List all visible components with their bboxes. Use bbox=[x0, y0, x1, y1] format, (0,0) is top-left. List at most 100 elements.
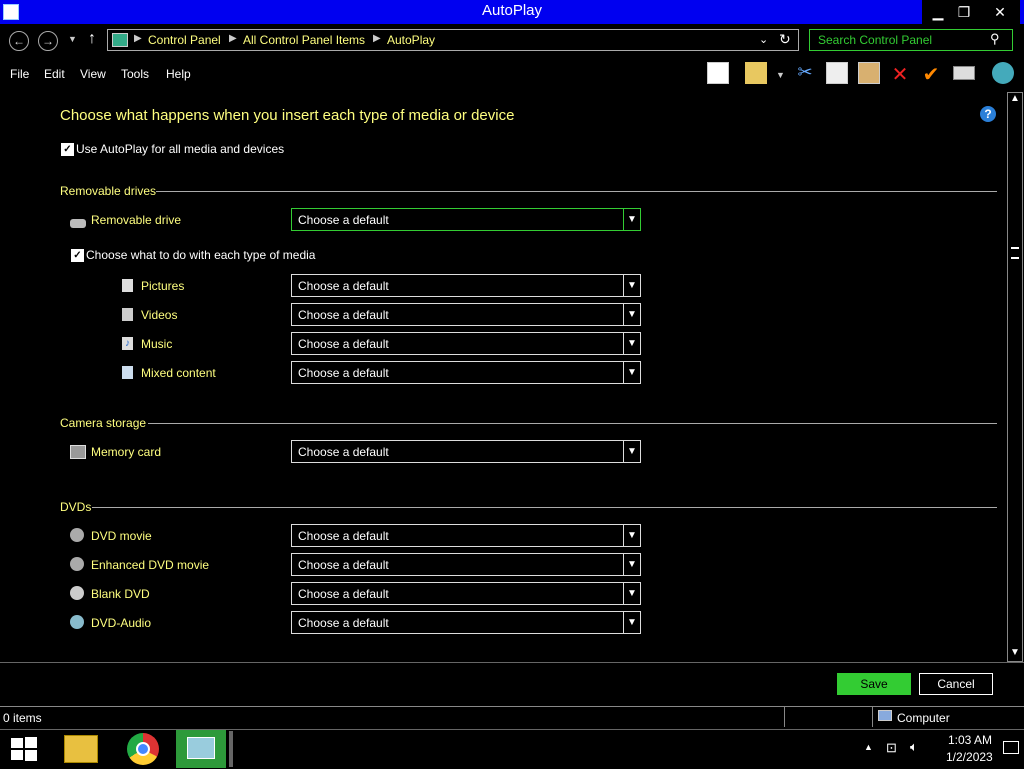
mixed-content-select[interactable]: Choose a default ▼ bbox=[291, 361, 641, 384]
copy-icon[interactable] bbox=[826, 62, 848, 84]
chevron-down-icon[interactable]: ▼ bbox=[623, 554, 640, 575]
properties-icon[interactable] bbox=[745, 62, 767, 84]
windows-start-icon[interactable] bbox=[11, 737, 37, 761]
chevron-down-icon[interactable]: ▼ bbox=[623, 583, 640, 604]
menu-help[interactable]: Help bbox=[166, 67, 191, 81]
cancel-button[interactable]: Cancel bbox=[919, 673, 993, 695]
music-icon: ♪ bbox=[122, 337, 133, 350]
volume-icon[interactable]: 🔈︎ bbox=[910, 739, 918, 755]
show-hidden-icons-icon[interactable]: ▲ bbox=[864, 742, 873, 752]
chevron-down-icon[interactable]: ▼ bbox=[623, 612, 640, 633]
chevron-down-icon[interactable]: ▼ bbox=[623, 333, 640, 354]
media-type-label: Pictures bbox=[141, 279, 185, 293]
music-select[interactable]: Choose a default ▼ bbox=[291, 332, 641, 355]
section-divider bbox=[148, 423, 997, 424]
network-icon[interactable]: ⊡ bbox=[886, 740, 897, 756]
enhanced-dvd-movie-icon bbox=[70, 557, 84, 571]
chevron-down-icon[interactable]: ▼ bbox=[623, 275, 640, 296]
music-select-value: Choose a default bbox=[298, 337, 389, 351]
section-dvds: DVDs bbox=[60, 500, 92, 514]
chevron-down-icon[interactable]: ▼ bbox=[623, 441, 640, 462]
dvd-audio-select-value: Choose a default bbox=[298, 616, 389, 630]
menu-file[interactable]: File bbox=[10, 67, 29, 81]
removable-drive-select[interactable]: Choose a default ▼ bbox=[291, 208, 641, 231]
save-button[interactable]: Save bbox=[837, 673, 911, 695]
memory-card-label: Memory card bbox=[91, 445, 162, 459]
layout-icon[interactable] bbox=[707, 62, 729, 84]
scroll-up-icon[interactable]: ▲ bbox=[1008, 93, 1022, 107]
dvd-audio-select[interactable]: Choose a default ▼ bbox=[291, 611, 641, 634]
dvd-item-label: Blank DVD bbox=[91, 587, 150, 601]
pictures-icon bbox=[122, 279, 133, 292]
clock-time[interactable]: 1:03 AM bbox=[948, 733, 992, 747]
close-button[interactable]: ✕ bbox=[980, 0, 1020, 24]
blank-dvd-select[interactable]: Choose a default ▼ bbox=[291, 582, 641, 605]
chevron-down-icon[interactable]: ▼ bbox=[623, 525, 640, 546]
menu-tools[interactable]: Tools bbox=[121, 67, 149, 81]
paste-icon[interactable] bbox=[858, 62, 880, 84]
media-type-label: Videos bbox=[141, 308, 178, 322]
removable-drive-label: Removable drive bbox=[91, 213, 182, 227]
check-icon[interactable]: ✔ bbox=[920, 62, 942, 86]
removable-drive-icon bbox=[70, 219, 86, 228]
dvd-audio-icon bbox=[70, 615, 84, 629]
media-type-label: Mixed content bbox=[141, 366, 216, 380]
globe-icon[interactable] bbox=[992, 62, 1014, 84]
media-each-label[interactable]: Choose what to do with each type of medi… bbox=[86, 248, 315, 262]
vertical-scrollbar[interactable]: ▲ ▼ bbox=[1007, 92, 1023, 662]
dvd-movie-select[interactable]: Choose a default ▼ bbox=[291, 524, 641, 547]
chevron-down-icon[interactable]: ▼ bbox=[623, 362, 640, 383]
memory-card-icon bbox=[70, 445, 86, 459]
videos-select[interactable]: Choose a default ▼ bbox=[291, 303, 641, 326]
use-autoplay-label[interactable]: Use AutoPlay for all media and devices bbox=[76, 142, 284, 156]
media-type-label: Music bbox=[141, 337, 173, 351]
forward-arrow-icon[interactable]: → bbox=[38, 31, 58, 51]
up-arrow-icon[interactable]: ↑ bbox=[88, 30, 96, 48]
control-panel-address-icon bbox=[112, 33, 128, 47]
rename-icon[interactable] bbox=[953, 66, 975, 80]
scroll-thumb[interactable] bbox=[1011, 247, 1019, 259]
breadcrumb-separator-icon[interactable]: ▶ bbox=[134, 33, 142, 44]
back-arrow-icon[interactable]: ← bbox=[9, 31, 29, 51]
clock-date[interactable]: 1/2/2023 bbox=[946, 750, 993, 764]
use-autoplay-checkbox[interactable]: ✓ bbox=[61, 143, 74, 156]
breadcrumb-control-panel[interactable]: Control Panel bbox=[148, 33, 221, 47]
breadcrumb-all-items[interactable]: All Control Panel Items bbox=[243, 33, 365, 47]
properties-dropdown-icon[interactable]: ▼ bbox=[776, 70, 785, 80]
menu-view[interactable]: View bbox=[80, 67, 106, 81]
dvd-movie-select-value: Choose a default bbox=[298, 529, 389, 543]
breadcrumb-separator-icon[interactable]: ▶ bbox=[373, 33, 381, 44]
status-location: Computer bbox=[897, 711, 950, 725]
control-panel-taskbar-button[interactable] bbox=[176, 730, 226, 768]
pictures-select[interactable]: Choose a default ▼ bbox=[291, 274, 641, 297]
help-icon[interactable]: ? bbox=[980, 106, 996, 122]
file-explorer-icon[interactable] bbox=[64, 735, 98, 763]
mixed-content-icon bbox=[122, 366, 133, 379]
cut-icon[interactable]: ✂ bbox=[794, 62, 816, 84]
search-icon[interactable]: ⚲ bbox=[990, 31, 1000, 47]
address-dropdown-icon[interactable]: ⌄ bbox=[759, 33, 768, 46]
chevron-down-icon[interactable]: ▼ bbox=[623, 304, 640, 325]
footer-divider bbox=[0, 662, 1024, 663]
chrome-icon[interactable] bbox=[127, 733, 159, 765]
page-title: Choose what happens when you insert each… bbox=[60, 107, 515, 124]
status-bar bbox=[0, 706, 1024, 729]
search-placeholder: Search Control Panel bbox=[818, 33, 933, 47]
item-count: 0 items bbox=[3, 711, 42, 725]
blank-dvd-select-value: Choose a default bbox=[298, 587, 389, 601]
memory-card-select[interactable]: Choose a default ▼ bbox=[291, 440, 641, 463]
scroll-down-icon[interactable]: ▼ bbox=[1008, 647, 1022, 661]
refresh-icon[interactable]: ↻ bbox=[779, 31, 791, 48]
breadcrumb-separator-icon[interactable]: ▶ bbox=[229, 33, 237, 44]
restore-button[interactable]: ❐ bbox=[948, 0, 980, 24]
computer-icon bbox=[878, 710, 892, 721]
chevron-down-icon[interactable]: ▼ bbox=[623, 209, 640, 230]
recent-locations-dropdown-icon[interactable]: ▼ bbox=[68, 34, 77, 44]
delete-icon[interactable]: ✕ bbox=[889, 62, 911, 86]
menu-edit[interactable]: Edit bbox=[44, 67, 65, 81]
status-divider bbox=[872, 707, 873, 727]
media-each-checkbox[interactable]: ✓ bbox=[71, 249, 84, 262]
enhanced-dvd-movie-select[interactable]: Choose a default ▼ bbox=[291, 553, 641, 576]
breadcrumb-autoplay[interactable]: AutoPlay bbox=[387, 33, 435, 47]
notifications-icon[interactable] bbox=[1003, 741, 1019, 754]
